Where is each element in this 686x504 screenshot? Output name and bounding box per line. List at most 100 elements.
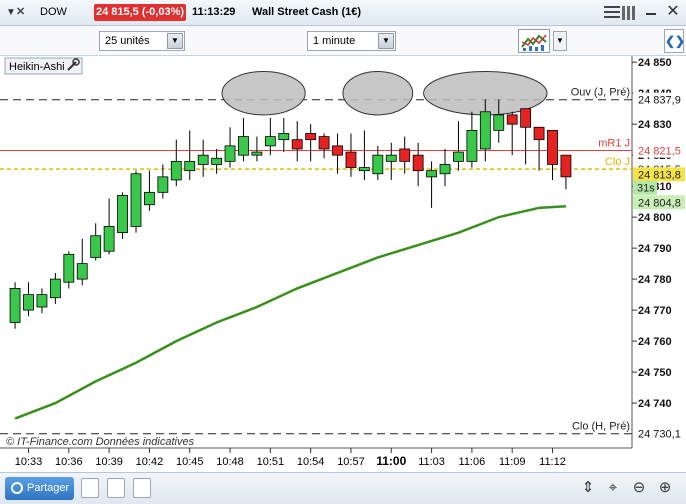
collapse-triangle-icon[interactable]: ▼ — [6, 4, 16, 21]
candle-body — [439, 164, 451, 175]
symbol-selector[interactable]: ▼ ✕ DOW — [4, 4, 92, 21]
indicators-icon — [521, 34, 547, 51]
candle-body — [479, 111, 491, 150]
candle-body — [372, 154, 384, 175]
units-select-value: 25 unités — [105, 35, 150, 47]
x-tick-label: 11:09 — [499, 456, 526, 468]
symbol-label: DOW — [40, 6, 67, 18]
order-button[interactable] — [107, 478, 125, 498]
candle-body — [358, 167, 370, 172]
panel-toggle-icon[interactable]: ❮❯ — [664, 29, 685, 53]
y-tick-label: 24 800 — [638, 212, 672, 224]
candle-body — [345, 151, 357, 168]
period-select-value: 1 minute — [313, 35, 356, 47]
candle-body — [305, 133, 317, 141]
candle-body — [251, 151, 263, 156]
candle-body — [264, 136, 276, 147]
candle-body — [170, 160, 182, 181]
candle-body — [36, 294, 48, 308]
zoom-out-icon[interactable]: ⊖ — [630, 479, 648, 497]
minimize-icon[interactable] — [646, 13, 656, 15]
close-window-icon[interactable]: ✕ — [664, 3, 682, 21]
candle-body — [493, 114, 505, 131]
candle-body — [184, 160, 196, 172]
candle-body — [9, 288, 21, 323]
layout-grid-icon[interactable] — [622, 6, 636, 20]
candle-body — [385, 154, 397, 162]
y-tick-label: 24 760 — [638, 336, 672, 348]
x-tick-label: 10:54 — [297, 456, 325, 468]
chevron-down-icon[interactable]: ▼ — [378, 33, 394, 49]
x-tick-label: 10:51 — [257, 456, 285, 468]
indicators-dropdown-icon[interactable]: ▼ — [553, 31, 567, 51]
candle-body — [533, 126, 545, 141]
title-bar: ▼ ✕ DOW 24 815,5 (-0,03%) 11:13:29 Wall … — [0, 0, 686, 26]
candle-body — [466, 129, 478, 162]
menu-icon[interactable] — [604, 3, 620, 23]
ma_last-value-label: 24 804,8 — [638, 197, 681, 209]
instrument-name: Wall Street Cash (1€) — [252, 6, 362, 18]
candle-body — [144, 191, 155, 206]
watermark: © IT-Finance.com Données indicatives — [6, 436, 195, 448]
chevron-down-icon[interactable]: ▼ — [167, 33, 183, 49]
candle — [9, 282, 21, 329]
period-select[interactable]: 1 minute ▼ — [307, 31, 396, 51]
candle-body — [560, 154, 572, 178]
close-small-icon[interactable]: ✕ — [16, 4, 25, 21]
mr1-value-label: 24 821,5 — [638, 146, 681, 158]
alert-button[interactable] — [81, 478, 99, 498]
x-tick-label: 10:39 — [95, 456, 123, 468]
zoom-in-icon[interactable]: ⊕ — [656, 479, 674, 497]
units-select[interactable]: 25 unités ▼ — [99, 31, 185, 51]
y-tick-label: 24 740 — [638, 398, 672, 410]
candle-body — [453, 151, 464, 162]
candle-body — [130, 173, 142, 227]
candle-body — [412, 154, 424, 172]
y-tick-label: 24 850 — [638, 57, 672, 69]
candle-body — [547, 129, 558, 165]
countdown-label: 31s — [637, 183, 655, 195]
y-tick-label: 24 770 — [638, 305, 672, 317]
cloH-value-label: 24 730,1 — [638, 429, 681, 441]
x-tick-label: 10:42 — [136, 456, 164, 468]
y-tick-label: 24 750 — [638, 367, 672, 379]
candle-body — [224, 145, 236, 162]
chart-style-label: Heikin-Ashi — [9, 61, 65, 73]
y-tick-label: 24 790 — [638, 243, 672, 255]
candle-body — [49, 278, 61, 299]
settings-button[interactable] — [133, 478, 151, 498]
x-tick-label: 10:45 — [176, 456, 204, 468]
candle-body — [332, 145, 343, 156]
cloH-label: Clo (H, Pré) — [572, 421, 630, 433]
x-tick-label: 10:48 — [216, 456, 244, 468]
x-tick-label: 10:33 — [15, 456, 43, 468]
x-tick-label: 11:00 — [376, 454, 406, 468]
candle-body — [23, 294, 34, 311]
expand-icon[interactable]: ⇕ — [579, 479, 597, 497]
y-tick-label: 24 830 — [638, 119, 672, 131]
ouv-value-label: 24 837,9 — [638, 95, 681, 107]
candle-body — [103, 226, 115, 252]
x-tick-label: 11:03 — [418, 456, 445, 468]
zoom-fit-icon[interactable]: ⌖ — [604, 479, 622, 497]
footer-toolbar: Partager ⇕ ⌖ ⊖ ⊕ — [0, 472, 686, 504]
x-tick-label: 11:12 — [539, 456, 566, 468]
indicators-button[interactable] — [518, 29, 550, 53]
mr1-label: mR1 J — [598, 138, 630, 150]
quote-time: 11:13:29 — [192, 6, 236, 18]
share-icon — [11, 482, 23, 494]
candle-body — [157, 176, 169, 193]
candle-body — [278, 133, 290, 141]
x-tick-label: 10:57 — [337, 456, 365, 468]
chart-toolbar: 25 unités ▼ 1 minute ▼ ▼ ❮❯ — [0, 26, 686, 56]
ouv-label: Ouv (J, Pré) — [571, 87, 630, 99]
candle-body — [90, 235, 102, 258]
candle-body — [211, 157, 223, 165]
style-label-box[interactable]: Heikin-Ashi — [4, 57, 83, 75]
candle-body — [63, 253, 75, 283]
share-button[interactable]: Partager — [5, 477, 74, 500]
highlight-ellipse — [342, 70, 414, 116]
candle-body — [399, 148, 411, 162]
x-tick-label: 10:36 — [55, 456, 83, 468]
price-chart[interactable]: 24 740 24 750 24 760 24 770 24 780 24 790 24 8… — [0, 56, 686, 472]
